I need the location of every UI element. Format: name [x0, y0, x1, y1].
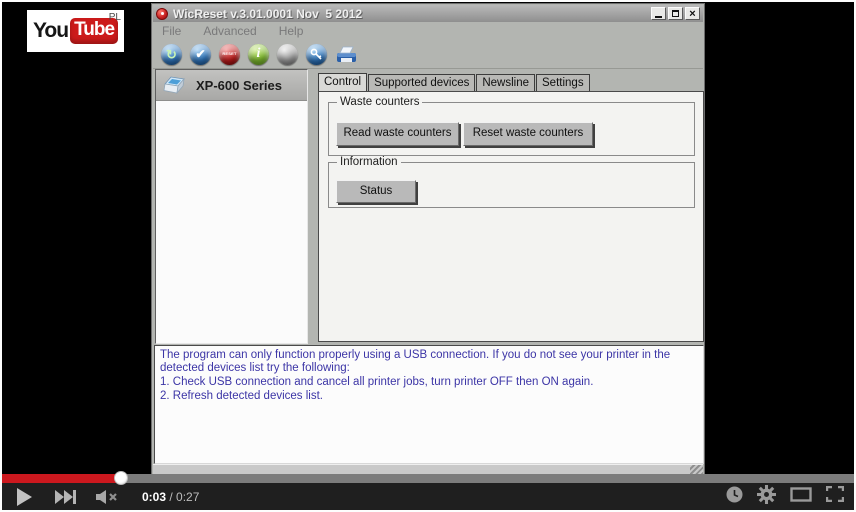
clock-icon: [726, 486, 743, 503]
youtube-logo-you: You: [33, 19, 68, 43]
video-area[interactable]: You Tube PL WicReset v.3.01.0001 Nov 5 2…: [2, 2, 854, 483]
watch-later-button[interactable]: [726, 486, 743, 508]
notice-line-3: 2. Refresh detected devices list.: [160, 390, 698, 403]
tab-settings[interactable]: Settings: [536, 74, 590, 91]
play-button[interactable]: [2, 483, 46, 510]
key-glyph: [310, 48, 323, 61]
fullscreen-button[interactable]: [826, 486, 844, 507]
seek-bar-played: [2, 474, 121, 483]
menu-advanced[interactable]: Advanced: [203, 24, 256, 38]
play-icon: [17, 488, 32, 506]
status-button[interactable]: Status: [336, 180, 416, 203]
seek-scrubber[interactable]: [114, 471, 128, 485]
notice-line-2: 1. Check USB connection and cancel all p…: [160, 376, 698, 389]
video-player: You Tube PL WicReset v.3.01.0001 Nov 5 2…: [2, 2, 854, 510]
page-frame: You Tube PL WicReset v.3.01.0001 Nov 5 2…: [0, 0, 856, 512]
youtube-logo: You Tube PL: [27, 10, 124, 52]
key-icon[interactable]: [306, 44, 327, 65]
menubar: File Advanced Help: [153, 22, 703, 40]
tab-supported-devices[interactable]: Supported devices: [368, 74, 475, 91]
seek-bar[interactable]: [2, 474, 854, 483]
next-icon: [55, 490, 77, 504]
current-time: 0:03: [142, 490, 166, 504]
settings-button[interactable]: [757, 485, 776, 509]
next-button[interactable]: [46, 483, 86, 510]
maximize-button[interactable]: [668, 7, 683, 20]
reset-icon[interactable]: RESET: [219, 44, 240, 65]
device-list-item[interactable]: XP-600 Series: [156, 70, 307, 101]
minimize-icon: [655, 16, 662, 18]
toolbar: ↻ ✔ RESET i: [153, 40, 703, 69]
usb-notice-box: The program can only function properly u…: [154, 345, 704, 464]
detected-devices-list[interactable]: XP-600 Series: [155, 69, 308, 344]
information-label: Information: [337, 156, 401, 168]
close-icon: ×: [689, 8, 695, 20]
youtube-region-label: PL: [109, 12, 121, 23]
maximize-icon: [672, 10, 679, 17]
player-controls: 0:03 / 0:27: [2, 483, 854, 510]
app-window: WicReset v.3.01.0001 Nov 5 2012 × File A…: [151, 3, 705, 480]
notice-line-1: The program can only function properly u…: [160, 349, 698, 375]
volume-muted-icon: [96, 490, 120, 504]
titlebar[interactable]: WicReset v.3.01.0001 Nov 5 2012 ×: [153, 5, 703, 22]
globe-icon[interactable]: [277, 44, 298, 65]
tab-newsline[interactable]: Newsline: [476, 74, 535, 91]
check-icon[interactable]: ✔: [190, 44, 211, 65]
app-icon: [156, 8, 168, 20]
waste-counters-group: Waste counters Read waste counters Reset…: [328, 102, 695, 156]
tab-control[interactable]: Control: [318, 73, 367, 91]
close-button[interactable]: ×: [685, 7, 700, 20]
gear-icon: [757, 485, 776, 504]
time-display: 0:03 / 0:27: [142, 490, 199, 504]
device-label: XP-600 Series: [196, 78, 282, 93]
waste-counters-label: Waste counters: [337, 96, 422, 108]
info-icon[interactable]: i: [248, 44, 269, 65]
menu-help[interactable]: Help: [279, 24, 304, 38]
printer-icon[interactable]: [335, 44, 358, 65]
information-group: Information Status: [328, 162, 695, 208]
mute-button[interactable]: [86, 483, 130, 510]
theater-mode-button[interactable]: [790, 487, 812, 507]
reset-waste-counters-button[interactable]: Reset waste counters: [463, 122, 593, 146]
control-tab-panel: Waste counters Read waste counters Reset…: [318, 91, 704, 342]
fullscreen-icon: [826, 486, 844, 502]
refresh-devices-icon[interactable]: ↻: [161, 44, 182, 65]
tab-bar: Control Supported devices Newsline Setti…: [318, 73, 591, 91]
theater-mode-icon: [790, 487, 812, 502]
window-title: WicReset v.3.01.0001 Nov 5 2012: [173, 7, 362, 21]
minimize-button[interactable]: [651, 7, 666, 20]
read-waste-counters-button[interactable]: Read waste counters: [336, 122, 459, 146]
printer-device-icon: [162, 74, 188, 96]
duration: / 0:27: [169, 490, 199, 504]
menu-file[interactable]: File: [162, 24, 181, 38]
